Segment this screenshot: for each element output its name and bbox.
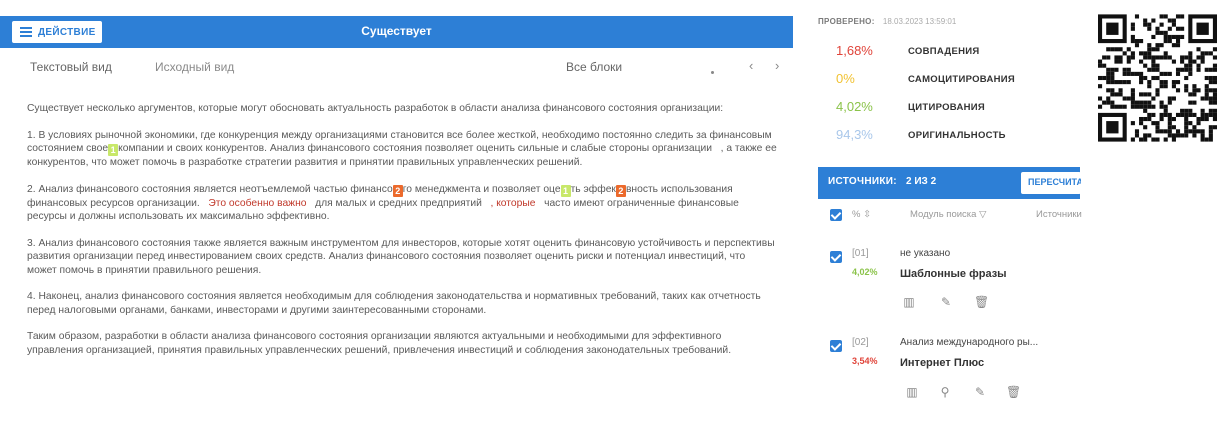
chevron-right-icon[interactable]: › [775, 58, 779, 73]
checked-info: ПРОВЕРЕНО: 18.03.2023 13:59:01 [818, 17, 956, 26]
column-percent[interactable]: % ⇳ [852, 209, 871, 220]
match-marker[interactable]: 2 [392, 184, 403, 197]
menu-icon [20, 27, 32, 37]
column-percent-label: % [852, 209, 861, 220]
tab-text-view[interactable]: Текстовый вид [30, 60, 112, 74]
checked-label: ПРОВЕРЕНО: [818, 17, 875, 26]
action-button[interactable]: ДЕЙСТВИЕ [12, 21, 102, 43]
link-icon[interactable]: ⚲ [938, 385, 952, 399]
stat-self-citation-value: 0% [836, 71, 855, 86]
document-body: Существует несколько аргументов, которые… [27, 102, 777, 370]
stat-originality-label: оригинальность [908, 130, 1006, 141]
text-fragment: 2. Анализ финансового состояния является… [27, 183, 393, 195]
document-header: ДЕЙСТВИЕ Существует [0, 16, 793, 48]
paragraph: Таким образом, разработки в области анал… [27, 331, 732, 356]
source-module: Интернет Плюс [900, 357, 985, 369]
text-fragment: го менеджмента и позволяет оце [402, 183, 561, 195]
dot-icon [711, 71, 714, 74]
pencil-icon[interactable]: ✎ [973, 385, 987, 399]
column-sources[interactable]: Источники [1036, 209, 1082, 220]
stat-matches-label: совпадения [908, 46, 980, 57]
document-title: Существует [361, 24, 432, 38]
matched-fragment[interactable]: Это особенно важно [208, 198, 306, 209]
paragraph: Существует несколько аргументов, которые… [27, 103, 724, 114]
citation-marker[interactable]: 1 [108, 144, 119, 156]
pencil-icon[interactable]: ✎ [939, 295, 953, 309]
paragraph: 3. Анализ финансового состояния также яв… [27, 237, 775, 276]
citation-marker[interactable]: 1 [560, 184, 571, 197]
book-icon[interactable]: ▥ [902, 295, 916, 309]
text-fragment: компании и своих конкурентов. Анализ фин… [118, 143, 713, 154]
text-fragment: ть эффек [570, 183, 616, 195]
sources-column-header: % ⇳ Модуль поиска ▽ Источники [818, 207, 1082, 223]
chevron-left-icon[interactable]: ‹ [749, 58, 753, 73]
trash-icon[interactable]: 🗑︎ [974, 295, 989, 309]
tab-source-view[interactable]: Исходный вид [155, 60, 234, 74]
qr-code-icon [1098, 14, 1217, 142]
source-module: Шаблонные фразы [900, 268, 1007, 280]
sources-count: 2 ИЗ 2 [906, 176, 937, 187]
text-fragment: для малых и средних предприятий [315, 197, 482, 209]
action-label: ДЕЙСТВИЕ [38, 26, 96, 38]
stat-self-citation-label: самоцитирования [908, 74, 1016, 85]
sources-header: ИСТОЧНИКИ: 2 ИЗ 2 ПЕРЕСЧИТА [818, 167, 1081, 199]
sources-title: ИСТОЧНИКИ: [828, 176, 897, 187]
source-percent: 4,02% [852, 267, 878, 277]
filter-icon: ▽ [979, 209, 987, 220]
stat-citation-label: цитирования [908, 102, 986, 113]
report-panel: ПРОВЕРЕНО: 18.03.2023 13:59:01 1,68% сов… [808, 0, 1082, 441]
book-icon[interactable]: ▥ [905, 385, 919, 399]
stat-matches-value: 1,68% [836, 43, 873, 58]
trash-icon[interactable]: 🗑︎ [1006, 385, 1021, 399]
document-panel: ДЕЙСТВИЕ Существует Текстовый вид Исходн… [0, 0, 793, 441]
matched-fragment[interactable]: , которые [490, 198, 535, 209]
source-name[interactable]: Анализ международного ры... [900, 337, 1038, 348]
stat-originality-value: 94,3% [836, 127, 873, 142]
paragraph: 4. Наконец, анализ финансового состояния… [27, 291, 761, 316]
select-all-checkbox[interactable] [830, 209, 842, 221]
paragraph: 1. В условиях рыночной экономики, где ко… [27, 129, 777, 170]
stat-citation-value: 4,02% [836, 99, 873, 114]
column-module[interactable]: Модуль поиска ▽ [910, 209, 986, 220]
source-checkbox[interactable] [830, 251, 842, 263]
view-tabs: Текстовый вид Исходный вид Все блоки ‹ › [0, 58, 793, 78]
checked-date: 18.03.2023 13:59:01 [882, 17, 957, 26]
match-marker[interactable]: 2 [615, 184, 626, 197]
source-index: [02] [852, 337, 869, 348]
blocks-select[interactable]: Все блоки [566, 60, 622, 74]
source-index: [01] [852, 248, 869, 259]
source-name[interactable]: не указано [900, 248, 950, 259]
source-checkbox[interactable] [830, 340, 842, 352]
sort-icon: ⇳ [863, 209, 872, 220]
column-module-label: Модуль поиска [910, 209, 977, 220]
source-percent: 3,54% [852, 356, 878, 366]
recalculate-button[interactable]: ПЕРЕСЧИТА [1021, 172, 1081, 194]
paragraph: 2. Анализ финансового состояния является… [27, 183, 777, 224]
